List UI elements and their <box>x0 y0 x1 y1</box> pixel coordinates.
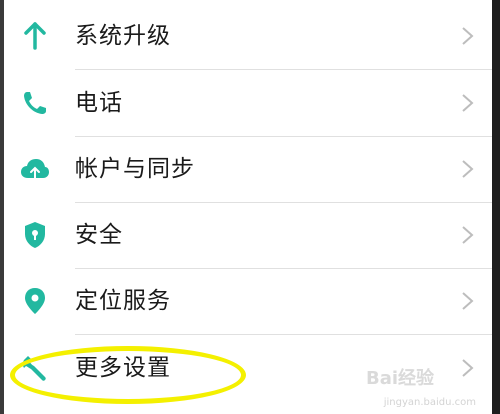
chevron-right-icon <box>462 292 474 310</box>
settings-item-system-update[interactable]: 系统升级 <box>4 3 492 69</box>
chevron-right-icon <box>462 27 474 45</box>
settings-item-account-sync[interactable]: 帐户与同步 <box>4 136 492 202</box>
settings-item-label: 更多设置 <box>75 355 171 381</box>
settings-item-label: 定位服务 <box>75 288 171 314</box>
baidu-watermark: Bai经验 jingyan.baidu.com <box>366 364 476 408</box>
settings-item-label: 电话 <box>75 90 123 116</box>
wrench-icon <box>20 353 50 383</box>
right-edge <box>492 0 500 414</box>
settings-item-label: 系统升级 <box>75 23 171 49</box>
settings-item-label: 安全 <box>75 222 123 248</box>
phone-icon <box>20 88 50 118</box>
arrow-up-icon <box>20 21 50 51</box>
location-pin-icon <box>20 286 50 316</box>
cloud-sync-icon <box>20 154 50 184</box>
shield-icon <box>20 220 50 250</box>
settings-item-label: 帐户与同步 <box>75 156 195 182</box>
watermark-text: Bai经验 <box>366 368 435 389</box>
chevron-right-icon <box>462 160 474 178</box>
chevron-right-icon <box>462 226 474 244</box>
settings-item-location[interactable]: 定位服务 <box>4 268 492 334</box>
chevron-right-icon <box>462 94 474 112</box>
settings-item-security[interactable]: 安全 <box>4 202 492 268</box>
watermark-subtext: jingyan.baidu.com <box>383 397 476 408</box>
settings-item-phone[interactable]: 电话 <box>4 70 492 136</box>
settings-panel: 系统升级 电话 帐户与同步 安全 定位服务 更多设置 Bai经验 jingyan… <box>4 0 492 414</box>
